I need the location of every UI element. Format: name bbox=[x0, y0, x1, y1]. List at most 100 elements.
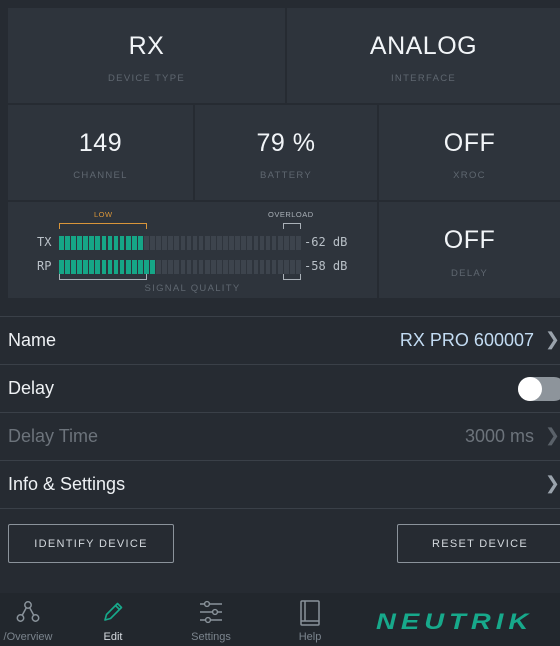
tx-meter-segment bbox=[296, 236, 301, 250]
rp-meter-segment bbox=[119, 260, 125, 274]
rp-meter-segment bbox=[198, 260, 204, 274]
rp-meter-segment bbox=[162, 260, 168, 274]
tx-meter-segment bbox=[271, 236, 277, 250]
rp-meter-segment bbox=[65, 260, 70, 274]
overload-bracket bbox=[283, 223, 301, 229]
tx-meter-segment bbox=[289, 236, 295, 250]
rp-meter-segment bbox=[180, 260, 186, 274]
rp-meter-segment bbox=[229, 260, 234, 274]
tx-meter-segment bbox=[71, 236, 76, 250]
tx-meter-segment bbox=[229, 236, 234, 250]
rp-meter-segment bbox=[210, 260, 216, 274]
rp-meter-segment bbox=[71, 260, 76, 274]
tx-meter-segment bbox=[95, 236, 101, 250]
tx-meter-segment bbox=[223, 236, 228, 250]
tab-overview-label: /Overview bbox=[3, 631, 53, 643]
rp-meter-segment bbox=[107, 260, 113, 274]
rp-meter-segment bbox=[125, 260, 131, 274]
tx-meter-segment bbox=[119, 236, 125, 250]
tx-meter-segment bbox=[283, 236, 289, 250]
name-row[interactable]: Name RX PRO 600007 ❯ bbox=[0, 316, 560, 364]
list-divider bbox=[0, 508, 560, 509]
tx-meter bbox=[59, 236, 301, 250]
rp-meter-segment bbox=[150, 260, 155, 274]
tx-meter-segment bbox=[265, 236, 271, 250]
rp-label: RP bbox=[37, 259, 52, 273]
delay-time-row[interactable]: Delay Time 3000 ms ❯ bbox=[0, 412, 560, 460]
rp-meter-segment bbox=[59, 260, 64, 274]
tx-meter-segment bbox=[107, 236, 113, 250]
device-type-tile: RX DEVICE TYPE bbox=[8, 8, 285, 103]
rp-meter-segment bbox=[296, 260, 301, 274]
tx-meter-segment bbox=[83, 236, 88, 250]
rp-meter-segment bbox=[217, 260, 222, 274]
delay-toggle[interactable] bbox=[518, 377, 560, 401]
tx-meter-segment bbox=[113, 236, 119, 250]
name-value: RX PRO 600007 bbox=[399, 330, 534, 350]
device-type-value: RX bbox=[128, 32, 165, 60]
signal-range-bracket-left bbox=[59, 274, 147, 280]
tx-meter-segment bbox=[144, 236, 149, 250]
tx-meter-segment bbox=[156, 236, 161, 250]
rp-meter-segment bbox=[283, 260, 289, 274]
tx-meter-segment bbox=[210, 236, 216, 250]
tab-overview[interactable]: /Overview bbox=[0, 593, 66, 646]
rp-meter-segment bbox=[186, 260, 192, 274]
rp-meter-segment bbox=[271, 260, 277, 274]
rp-meter-segment bbox=[259, 260, 265, 274]
tab-help[interactable]: Help bbox=[276, 593, 344, 646]
delay-label: Delay bbox=[8, 378, 55, 398]
tx-meter-segment bbox=[241, 236, 247, 250]
tab-edit-label: Edit bbox=[103, 631, 123, 643]
info-settings-row[interactable]: Info & Settings ❯ bbox=[0, 460, 560, 508]
rp-meter-segment bbox=[277, 260, 283, 274]
tx-meter-segment bbox=[198, 236, 204, 250]
interface-tile: ANALOG INTERFACE bbox=[287, 8, 560, 103]
chevron-right-icon: ❯ bbox=[544, 329, 560, 349]
channel-tile: 149 CHANNEL bbox=[8, 105, 193, 200]
rp-db: -58 dB bbox=[304, 259, 348, 273]
tab-settings[interactable]: Settings bbox=[176, 593, 246, 646]
tab-edit[interactable]: Edit bbox=[80, 593, 146, 646]
xroc-tile: OFF XROC bbox=[379, 105, 560, 200]
tx-meter-segment bbox=[277, 236, 283, 250]
delay-time-value: 3000 ms bbox=[464, 426, 534, 446]
identify-device-button[interactable]: IDENTIFY DEVICE bbox=[8, 524, 174, 563]
interface-caption: INTERFACE bbox=[390, 73, 456, 84]
tab-help-label: Help bbox=[298, 631, 322, 643]
interface-value: ANALOG bbox=[369, 32, 478, 60]
signal-range-bracket-right bbox=[283, 274, 301, 280]
tx-meter-segment bbox=[131, 236, 137, 250]
pencil-icon bbox=[80, 599, 146, 627]
channel-caption: CHANNEL bbox=[73, 170, 128, 181]
channel-value: 149 bbox=[78, 129, 123, 157]
delay-status-caption: DELAY bbox=[451, 268, 488, 279]
network-icon bbox=[0, 599, 66, 627]
rp-meter-segment bbox=[289, 260, 295, 274]
tab-settings-label: Settings bbox=[191, 631, 231, 643]
reset-device-button[interactable]: RESET DEVICE bbox=[397, 524, 560, 563]
low-bracket bbox=[59, 223, 147, 229]
signal-quality-caption: SIGNAL QUALITY bbox=[144, 283, 241, 294]
info-settings-label: Info & Settings bbox=[8, 474, 126, 494]
rp-meter-segment bbox=[131, 260, 137, 274]
rp-meter-segment bbox=[144, 260, 149, 274]
tx-meter-segment bbox=[180, 236, 186, 250]
tx-meter-segment bbox=[247, 236, 253, 250]
battery-caption: BATTERY bbox=[259, 170, 313, 181]
tx-meter-segment bbox=[204, 236, 210, 250]
tx-meter-segment bbox=[65, 236, 70, 250]
tx-meter-segment bbox=[162, 236, 168, 250]
tx-meter-segment bbox=[259, 236, 265, 250]
rp-meter-segment bbox=[247, 260, 253, 274]
tx-meter-segment bbox=[186, 236, 192, 250]
rp-meter-segment bbox=[113, 260, 119, 274]
rp-meter-segment bbox=[89, 260, 95, 274]
tx-meter-segment bbox=[174, 236, 180, 250]
delay-status-value: OFF bbox=[443, 226, 496, 254]
tx-meter-segment bbox=[59, 236, 64, 250]
neutrik-logo: NEUTRIK bbox=[376, 609, 534, 634]
tx-meter-segment bbox=[138, 236, 143, 250]
rp-meter bbox=[59, 260, 301, 274]
tx-meter-segment bbox=[168, 236, 174, 250]
